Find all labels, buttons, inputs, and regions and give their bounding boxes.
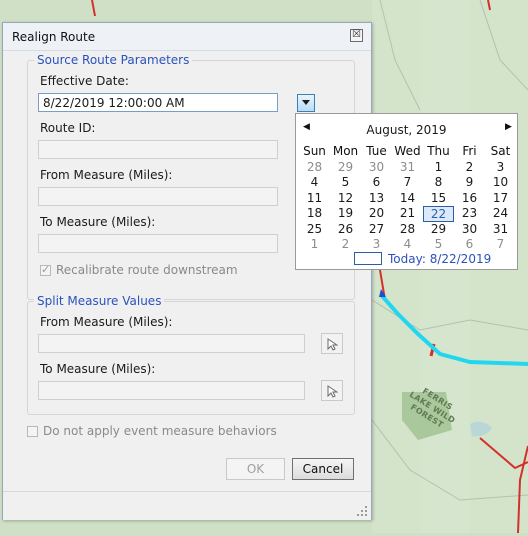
calendar-day[interactable]: 17 [485,191,516,207]
calendar-weekday: Sun [303,144,326,158]
to-measure-label: To Measure (Miles): [40,215,156,229]
calendar-day[interactable]: 24 [485,206,516,222]
calendar-weekday: Thu [427,144,450,158]
calendar-day[interactable]: 7 [392,175,423,191]
calendar-weekday: Tue [366,144,387,158]
calendar-weekday: Wed [394,144,421,158]
to-measure-input[interactable] [38,234,278,253]
calendar-day[interactable]: 14 [392,191,423,207]
calendar-day-selected[interactable]: 22 [423,206,454,222]
calendar-day[interactable]: 21 [392,206,423,222]
next-month-button[interactable]: ▶ [505,122,512,132]
calendar-day[interactable]: 29 [423,222,454,238]
calendar-day[interactable]: 9 [454,175,485,191]
calendar-weekday: Mon [332,144,359,158]
calendar-month-title[interactable]: August, 2019 [296,123,517,137]
calendar-week-row: 25 26 27 28 29 30 31 [299,222,516,238]
calendar-day[interactable]: 2 [454,160,485,176]
realign-route-dialog: Realign Route ☒ Source Route Parameters … [2,22,372,520]
calendar-week-row: 18 19 20 21 22 23 24 [299,206,516,222]
calendar-day[interactable]: 13 [361,191,392,207]
calendar-day[interactable]: 5 [423,237,454,253]
recalibrate-label: Recalibrate route downstream [56,263,238,277]
calendar-day[interactable]: 25 [299,222,330,238]
calendar-day[interactable]: 29 [330,160,361,176]
split-to-pick-button[interactable] [321,380,343,401]
calendar-day[interactable]: 15 [423,191,454,207]
split-from-pick-button[interactable] [321,333,343,354]
calendar-weekday: Fri [462,144,477,158]
effective-date-input[interactable]: 8/22/2019 12:00:00 AM [38,93,278,112]
calendar-day[interactable]: 19 [330,206,361,222]
calendar-day[interactable]: 26 [330,222,361,238]
calendar-weekday: Sat [490,144,511,158]
calendar-week-row: 11 12 13 14 15 16 17 [299,191,516,207]
calendar-day[interactable]: 30 [454,222,485,238]
calendar-day[interactable]: 30 [361,160,392,176]
recalibrate-checkbox[interactable]: ✓ [40,263,51,276]
split-to-measure-label: To Measure (Miles): [40,362,156,376]
calendar-week-row: 28 29 30 31 1 2 3 [299,160,516,176]
calendar-day[interactable]: 7 [485,237,516,253]
calendar-day[interactable]: 1 [423,160,454,176]
date-picker-calendar: ◀ August, 2019 ▶ Sun Mon Tue Wed Thu Fri Sat 28… [295,113,518,270]
source-group-title: Source Route Parameters [34,53,193,67]
calendar-today-link[interactable]: Today: 8/22/2019 [354,252,491,266]
calendar-day[interactable]: 27 [361,222,392,238]
calendar-day[interactable]: 4 [299,175,330,191]
cursor-arrow-icon [327,338,338,351]
do-not-apply-checkbox[interactable] [27,426,38,437]
calendar-day[interactable]: 6 [361,175,392,191]
calendar-day[interactable]: 1 [299,237,330,253]
chevron-down-icon [302,100,310,105]
ok-button[interactable]: OK [226,458,285,480]
cursor-arrow-icon [327,385,338,398]
calendar-day[interactable]: 31 [485,222,516,238]
calendar-day[interactable]: 3 [485,160,516,176]
effective-date-label: Effective Date: [40,74,129,88]
calendar-weekday-row: Sun Mon Tue Wed Thu Fri Sat [299,144,516,160]
calendar-week-row: 1234567 [299,237,516,253]
route-id-input[interactable] [38,140,278,159]
calendar-day[interactable]: 2 [330,237,361,253]
calendar-day[interactable]: 28 [392,222,423,238]
do-not-apply-label: Do not apply event measure behaviors [43,424,277,438]
calendar-day[interactable]: 18 [299,206,330,222]
close-button[interactable]: ☒ [350,29,363,42]
calendar-day[interactable]: 10 [485,175,516,191]
split-from-measure-label: From Measure (Miles): [40,315,173,329]
calendar-day[interactable]: 23 [454,206,485,222]
split-from-measure-input[interactable] [38,334,305,353]
calendar-day[interactable]: 4 [392,237,423,253]
calendar-day[interactable]: 6 [454,237,485,253]
calendar-week-row: 4 5 6 7 8 9 10 [299,175,516,191]
calendar-day[interactable]: 5 [330,175,361,191]
split-group-title: Split Measure Values [34,294,165,308]
check-icon: ✓ [41,263,51,276]
dialog-titlebar[interactable]: Realign Route ☒ [3,23,371,51]
dialog-title: Realign Route [12,30,96,44]
from-measure-label: From Measure (Miles): [40,168,173,182]
date-dropdown-button[interactable] [297,94,315,112]
calendar-day[interactable]: 31 [392,160,423,176]
cancel-button[interactable]: Cancel [292,458,354,480]
calendar-day[interactable]: 28 [299,160,330,176]
calendar-day[interactable]: 3 [361,237,392,253]
today-label: Today: 8/22/2019 [388,252,492,266]
calendar-day[interactable]: 12 [330,191,361,207]
from-measure-input[interactable] [38,187,278,206]
calendar-grid: Sun Mon Tue Wed Thu Fri Sat 28 29 30 31 1 2 3 4 5 6 7 8 9 10… [299,144,516,253]
calendar-day[interactable]: 20 [361,206,392,222]
calendar-day[interactable]: 11 [299,191,330,207]
route-id-label: Route ID: [40,121,96,135]
split-to-measure-input[interactable] [38,381,305,400]
resize-grip-icon[interactable] [357,506,367,516]
today-marker-icon [354,252,382,265]
status-bar [3,491,371,520]
calendar-day[interactable]: 16 [454,191,485,207]
calendar-day[interactable]: 8 [423,175,454,191]
